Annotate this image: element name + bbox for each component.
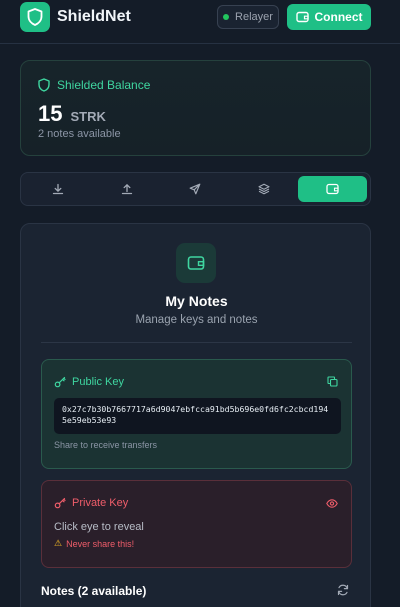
tab-notes[interactable]	[298, 176, 367, 202]
action-tabs	[20, 172, 371, 206]
balance-title: Shielded Balance	[38, 78, 150, 92]
tab-send[interactable]	[161, 176, 230, 202]
relayer-status-badge[interactable]: Relayer	[217, 5, 279, 29]
connect-label: Connect	[314, 10, 363, 24]
shielded-balance-card: Shielded Balance 15 STRK 2 notes availab…	[20, 60, 371, 156]
private-key-label: Private Key	[54, 497, 128, 509]
shield-logo-icon	[20, 2, 50, 32]
public-key-label: Public Key	[54, 376, 124, 388]
notes-panel: My Notes Manage keys and notes Public Ke…	[20, 223, 371, 607]
copy-icon[interactable]	[327, 374, 338, 392]
eye-icon[interactable]	[326, 495, 338, 513]
panel-subtitle: Manage keys and notes	[135, 314, 258, 326]
warning-text: Never share this!	[66, 538, 135, 549]
key-icon	[54, 497, 66, 509]
public-key-hint: Share to receive transfers	[54, 440, 158, 450]
wallet-icon	[176, 243, 216, 283]
connect-button[interactable]: Connect	[287, 4, 371, 30]
brand-name: ShieldNet	[57, 8, 131, 25]
shield-icon	[38, 78, 50, 92]
notes-available-text: 2 notes available	[38, 128, 121, 140]
tab-deposit[interactable]	[24, 176, 93, 202]
balance-title-text: Shielded Balance	[57, 78, 151, 92]
warning-message: ⚠ Never share this!	[54, 538, 134, 549]
layers-icon	[258, 183, 270, 195]
send-icon	[190, 183, 201, 195]
divider	[41, 342, 352, 343]
relayer-label: Relayer	[235, 11, 273, 23]
refresh-icon[interactable]	[337, 583, 349, 601]
tab-layers[interactable]	[230, 176, 299, 202]
public-key-label-text: Public Key	[72, 376, 124, 388]
wallet-icon	[326, 183, 339, 195]
app-header: ShieldNet Relayer Connect	[0, 0, 400, 44]
tab-withdraw[interactable]	[93, 176, 162, 202]
download-icon	[53, 183, 64, 195]
balance-unit: STRK	[70, 109, 106, 124]
warning-icon: ⚠	[54, 538, 63, 548]
balance-amount: 15 STRK	[38, 101, 106, 127]
key-icon	[54, 376, 66, 388]
public-key-card: Public Key 0x27c7b30b7667717a6d9047ebfcc…	[41, 359, 352, 469]
reveal-hint: Click eye to reveal	[54, 521, 144, 533]
status-dot-icon	[223, 14, 230, 20]
panel-title: My Notes	[165, 293, 228, 309]
private-key-label-text: Private Key	[72, 497, 129, 509]
wallet-icon	[295, 11, 309, 23]
private-key-card: Private Key Click eye to reveal ⚠ Never …	[41, 480, 352, 568]
balance-value: 15	[38, 101, 63, 126]
notes-heading: Notes (2 available)	[41, 584, 147, 598]
public-key-value[interactable]: 0x27c7b30b7667717a6d9047ebfcca91bd5b696e…	[54, 398, 341, 434]
upload-icon	[121, 184, 133, 195]
